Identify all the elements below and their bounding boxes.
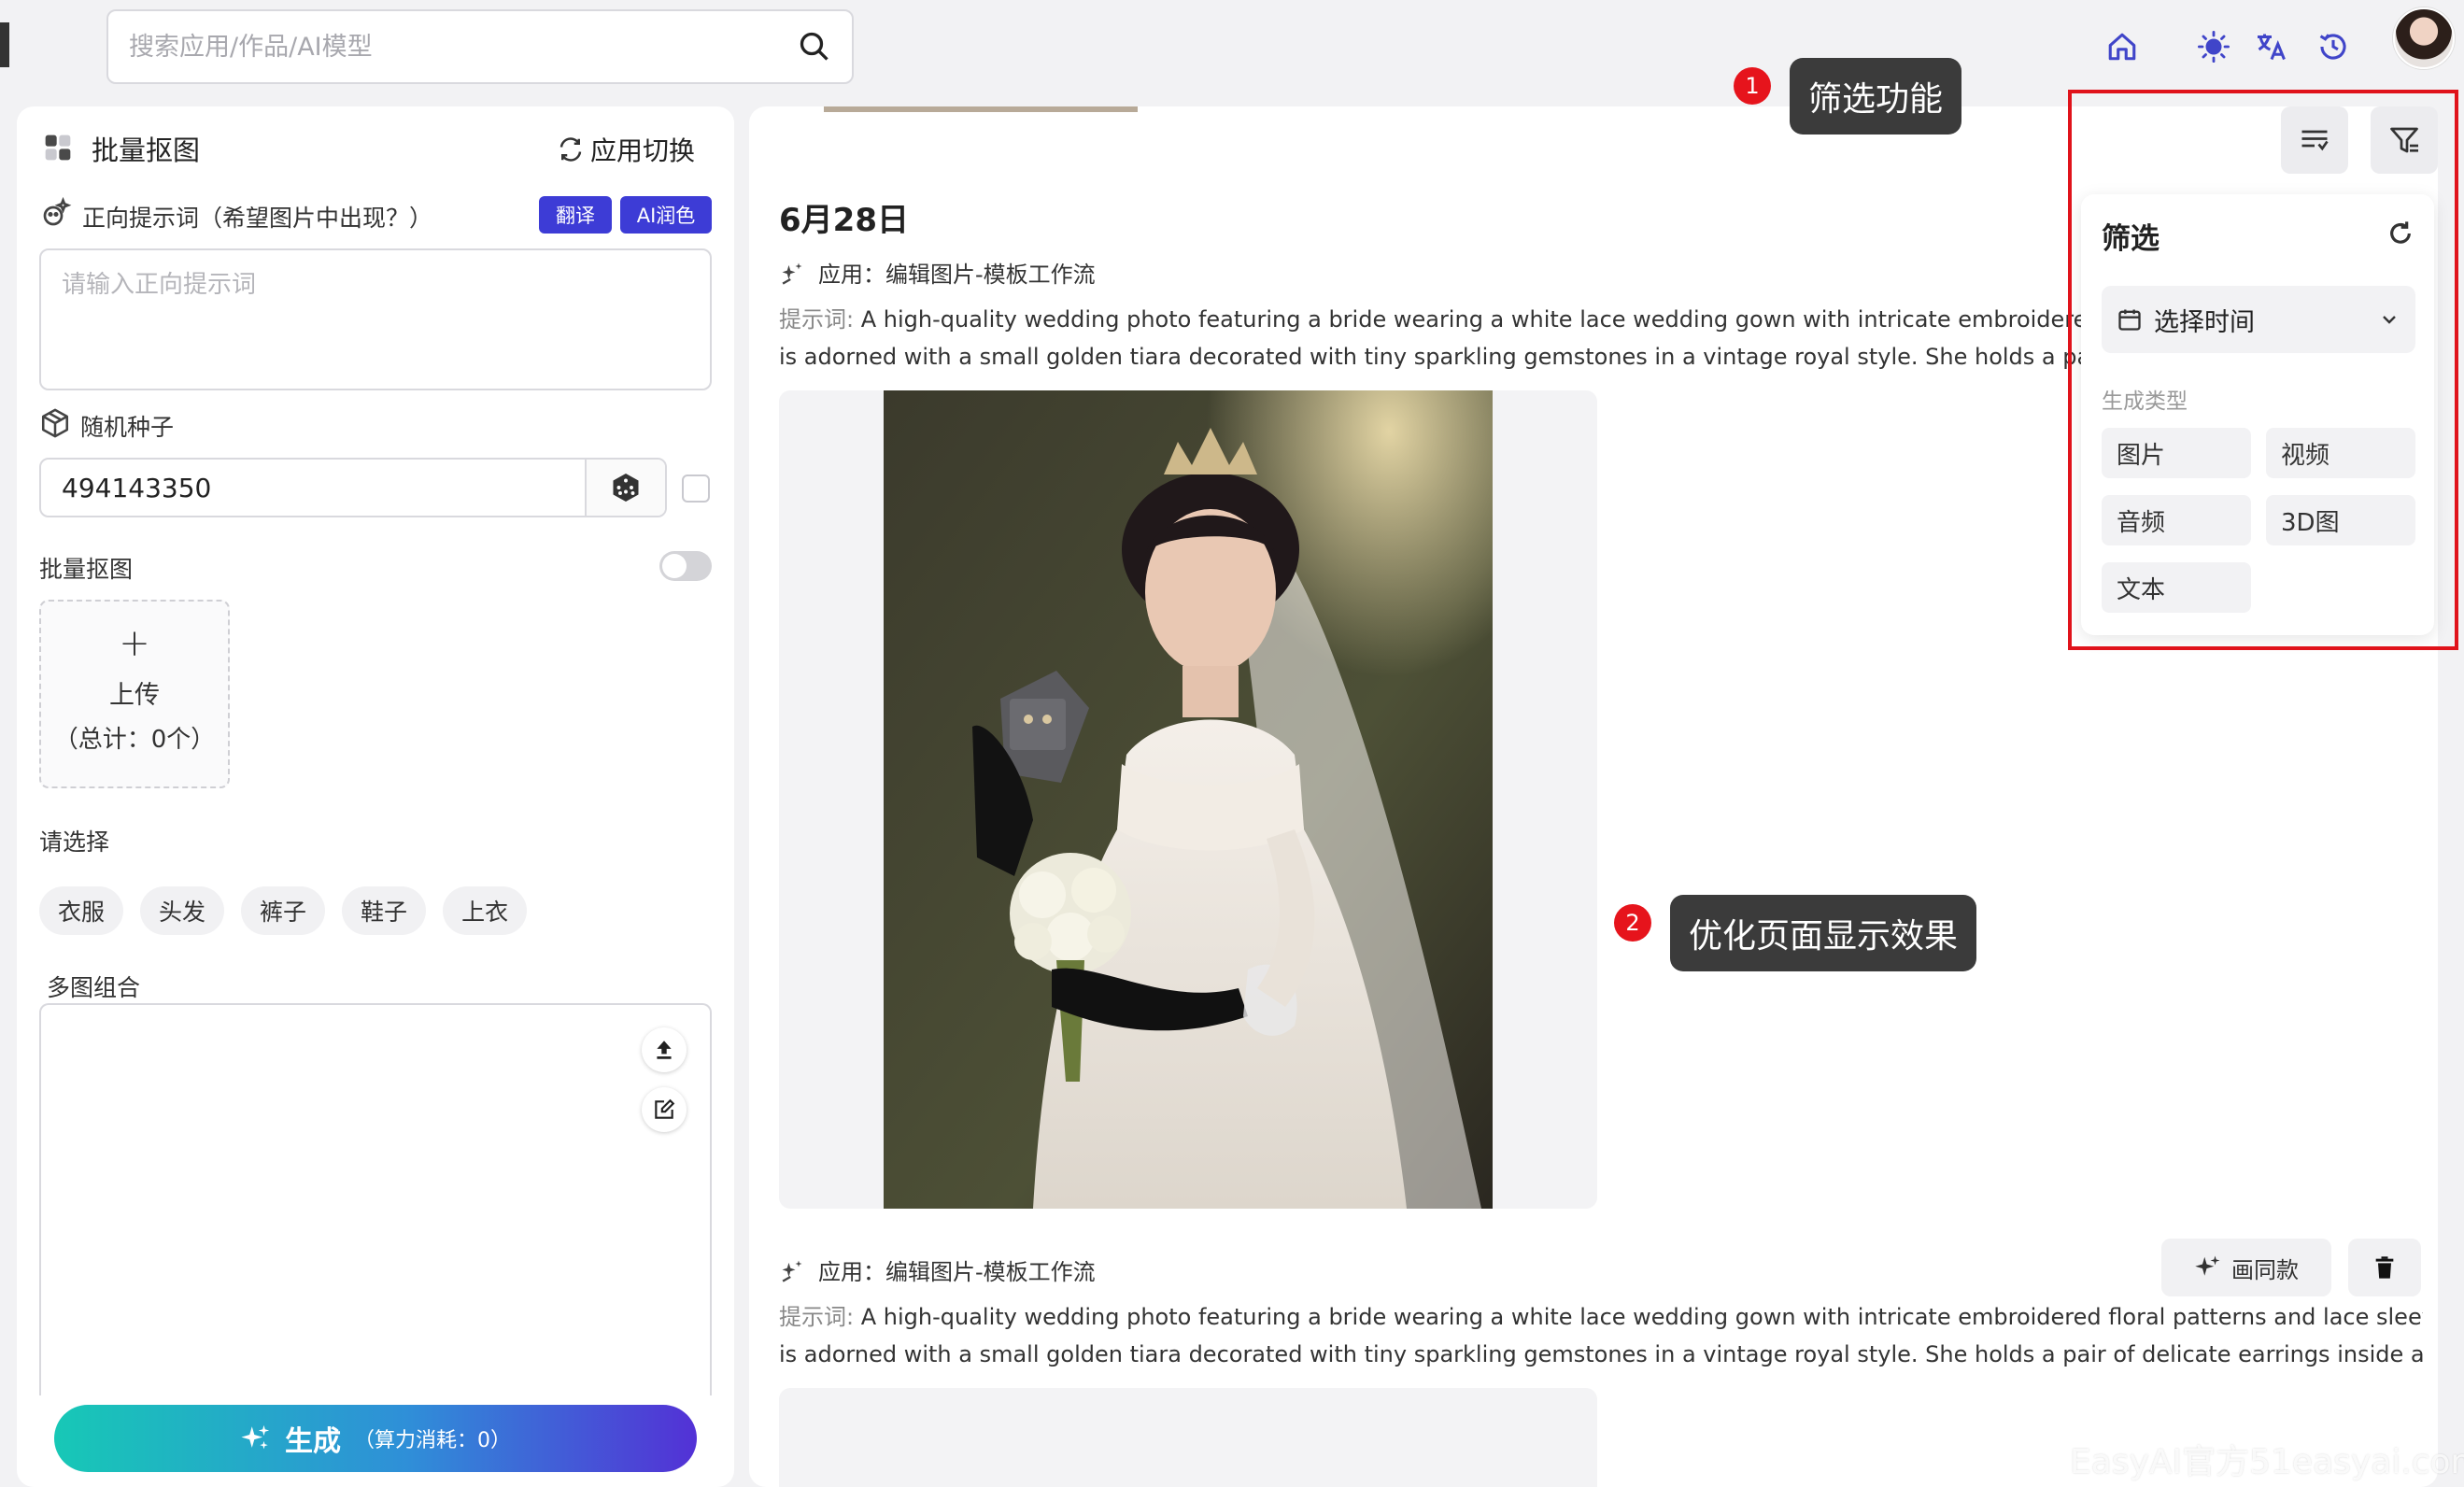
app-switch-button[interactable]: 应用切换 xyxy=(557,131,695,168)
previous-image-edge xyxy=(824,106,1138,112)
entry2-app-line: 应用：编辑图片-模板工作流 xyxy=(779,1253,1096,1286)
sun-icon[interactable] xyxy=(2193,26,2234,67)
sparkle-icon xyxy=(241,1424,270,1450)
entry2-prompt-line2: is adorned with a small golden tiara dec… xyxy=(779,1341,2423,1367)
translate-button[interactable]: 翻译 xyxy=(539,196,612,234)
edit-icon xyxy=(655,1098,675,1119)
upload-box[interactable]: + 上传 （总计：0个） xyxy=(39,600,230,788)
entry1-prompt-line1: A high-quality wedding photo featuring a… xyxy=(860,306,2081,333)
option-chip[interactable]: 头发 xyxy=(140,886,225,935)
annotation-tip-1: 筛选功能 xyxy=(1790,58,1962,135)
entry2-app-label: 应用：编辑图片-模板工作流 xyxy=(818,1259,1096,1285)
option-chip[interactable]: 鞋子 xyxy=(342,886,427,935)
select-label: 请选择 xyxy=(39,828,110,856)
batch-toggle[interactable] xyxy=(659,551,712,581)
entry2-image-card[interactable] xyxy=(779,1388,1597,1487)
edit-image-button[interactable] xyxy=(642,1087,687,1132)
seed-field: 494143350 xyxy=(39,458,667,517)
upload-icon xyxy=(657,1041,672,1059)
annotation-highlight-box xyxy=(2068,90,2458,650)
positive-prompt-input[interactable] xyxy=(39,248,712,390)
magic-prompt-icon xyxy=(39,196,73,230)
ai-polish-button[interactable]: AI润色 xyxy=(620,196,712,234)
sparkle-wand-icon xyxy=(782,1260,802,1282)
plus-icon: + xyxy=(119,622,150,665)
entry1-app-label: 应用：编辑图片-模板工作流 xyxy=(818,262,1096,288)
grid-app-icon xyxy=(43,133,73,163)
dice-button[interactable] xyxy=(585,460,665,516)
home-icon[interactable] xyxy=(2102,26,2143,67)
refresh-switch-icon xyxy=(559,137,582,162)
seed-lock-checkbox[interactable] xyxy=(682,474,710,503)
annotation-tip-2: 优化页面显示效果 xyxy=(1670,895,1977,971)
annotation-badge-1: 1 xyxy=(1734,67,1771,105)
entry1-prompt: 提示词: A high-quality wedding photo featur… xyxy=(779,301,2081,375)
entry1-app-line: 应用：编辑图片-模板工作流 xyxy=(779,256,1096,289)
generate-button[interactable]: 生成 （算力消耗：0） xyxy=(54,1405,697,1472)
upload-image-button[interactable] xyxy=(642,1027,687,1072)
delete-button[interactable] xyxy=(2348,1239,2421,1296)
entry1-image-card[interactable] xyxy=(779,390,1597,1209)
entry2-prompt-line1: A high-quality wedding photo featuring a… xyxy=(860,1304,2423,1330)
trash-icon xyxy=(2375,1256,2394,1279)
generate-cost: （算力消耗：0） xyxy=(354,1429,511,1452)
watermark: EasyAI官方51easyai.com xyxy=(2070,1443,2464,1481)
search-input[interactable] xyxy=(129,32,798,62)
translate-icon[interactable] xyxy=(2251,26,2292,67)
option-chip[interactable]: 衣服 xyxy=(39,886,124,935)
entry1-prompt-key: 提示词: xyxy=(779,306,855,333)
entry2-prompt: 提示词: A high-quality wedding photo featur… xyxy=(779,1298,2423,1373)
search-icon[interactable] xyxy=(798,30,831,64)
entry2-prompt-key: 提示词: xyxy=(779,1304,855,1330)
random-seed-label: 随机种子 xyxy=(80,414,175,441)
same-style-label: 画同款 xyxy=(2231,1256,2299,1283)
user-avatar[interactable] xyxy=(2393,7,2455,69)
option-chips: 衣服 头发 裤子 鞋子 上衣 xyxy=(39,886,528,935)
option-chip[interactable]: 裤子 xyxy=(241,886,326,935)
sparkle-wand-icon xyxy=(782,262,802,285)
upload-count: （总计：0个） xyxy=(53,726,216,754)
same-style-button[interactable]: 画同款 xyxy=(2161,1239,2331,1296)
panel-title: 批量抠图 xyxy=(92,135,201,166)
cube-icon xyxy=(39,407,71,439)
seed-input[interactable]: 494143350 xyxy=(41,460,585,516)
app-logo-fragment xyxy=(0,22,9,67)
dice-icon xyxy=(613,474,639,502)
generate-label: 生成 xyxy=(285,1425,341,1458)
history-icon[interactable] xyxy=(2313,26,2354,67)
upload-label: 上传 xyxy=(109,681,160,710)
positive-prompt-label: 正向提示词（希望图片中出现？） xyxy=(82,205,433,232)
batch-cutout-label: 批量抠图 xyxy=(39,556,134,583)
sparkle-icon xyxy=(2195,1255,2220,1276)
multi-image-area[interactable] xyxy=(39,1003,712,1395)
app-switch-label: 应用切换 xyxy=(590,135,696,166)
date-heading: 6月28日 xyxy=(779,202,909,239)
bride-photo[interactable] xyxy=(884,390,1493,1209)
annotation-badge-2: 2 xyxy=(1614,904,1651,942)
multi-image-label: 多图组合 xyxy=(47,974,141,1001)
bride-photo-illustration xyxy=(884,390,1493,1209)
entry1-prompt-line2: is adorned with a small golden tiara dec… xyxy=(779,344,2081,370)
option-chip[interactable]: 上衣 xyxy=(443,886,528,935)
search-bar[interactable] xyxy=(106,9,854,84)
